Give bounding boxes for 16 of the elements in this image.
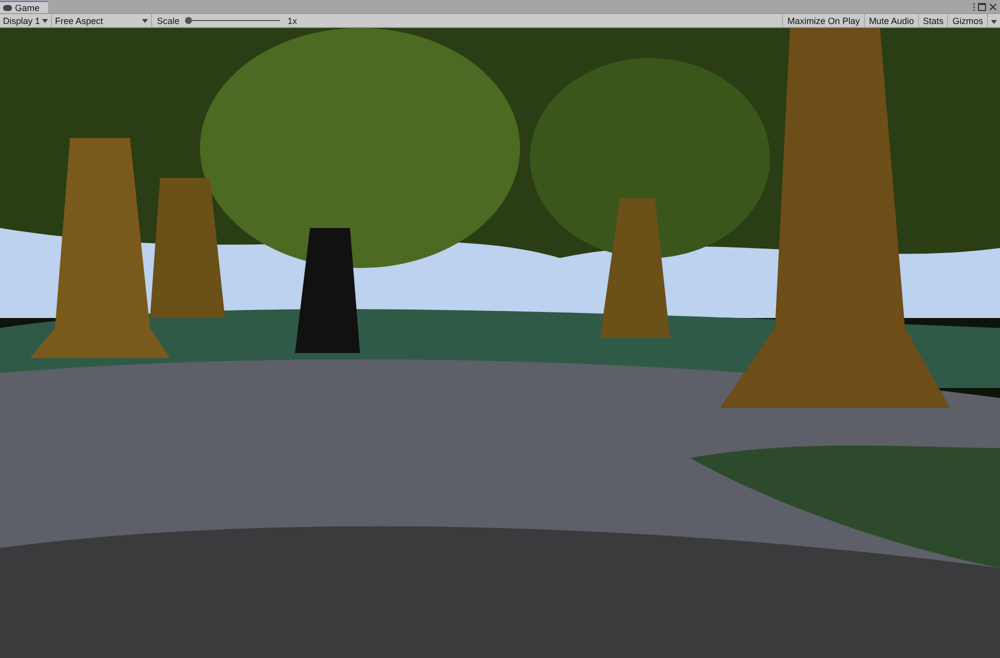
game-tab[interactable]: Game bbox=[0, 1, 48, 13]
gizmos-dropdown[interactable] bbox=[987, 14, 1000, 27]
scale-label: Scale bbox=[156, 16, 181, 26]
caret-icon bbox=[42, 18, 48, 22]
caret-icon bbox=[142, 18, 148, 22]
caret-icon bbox=[991, 20, 997, 24]
close-icon[interactable] bbox=[989, 3, 997, 11]
toggle-button[interactable]: Stats bbox=[918, 14, 948, 27]
maximize-icon[interactable] bbox=[978, 3, 986, 11]
toggle-button[interactable]: Maximize On Play bbox=[782, 14, 864, 27]
gizmos-button[interactable]: Gizmos bbox=[947, 14, 987, 27]
toggle-button[interactable]: Mute Audio bbox=[864, 14, 918, 27]
aspect-dropdown[interactable]: Free Aspect bbox=[52, 14, 152, 27]
scale-value: 1x bbox=[286, 16, 298, 26]
scale-slider-thumb[interactable] bbox=[184, 17, 192, 24]
display-dropdown[interactable]: Display 1 bbox=[0, 14, 52, 27]
